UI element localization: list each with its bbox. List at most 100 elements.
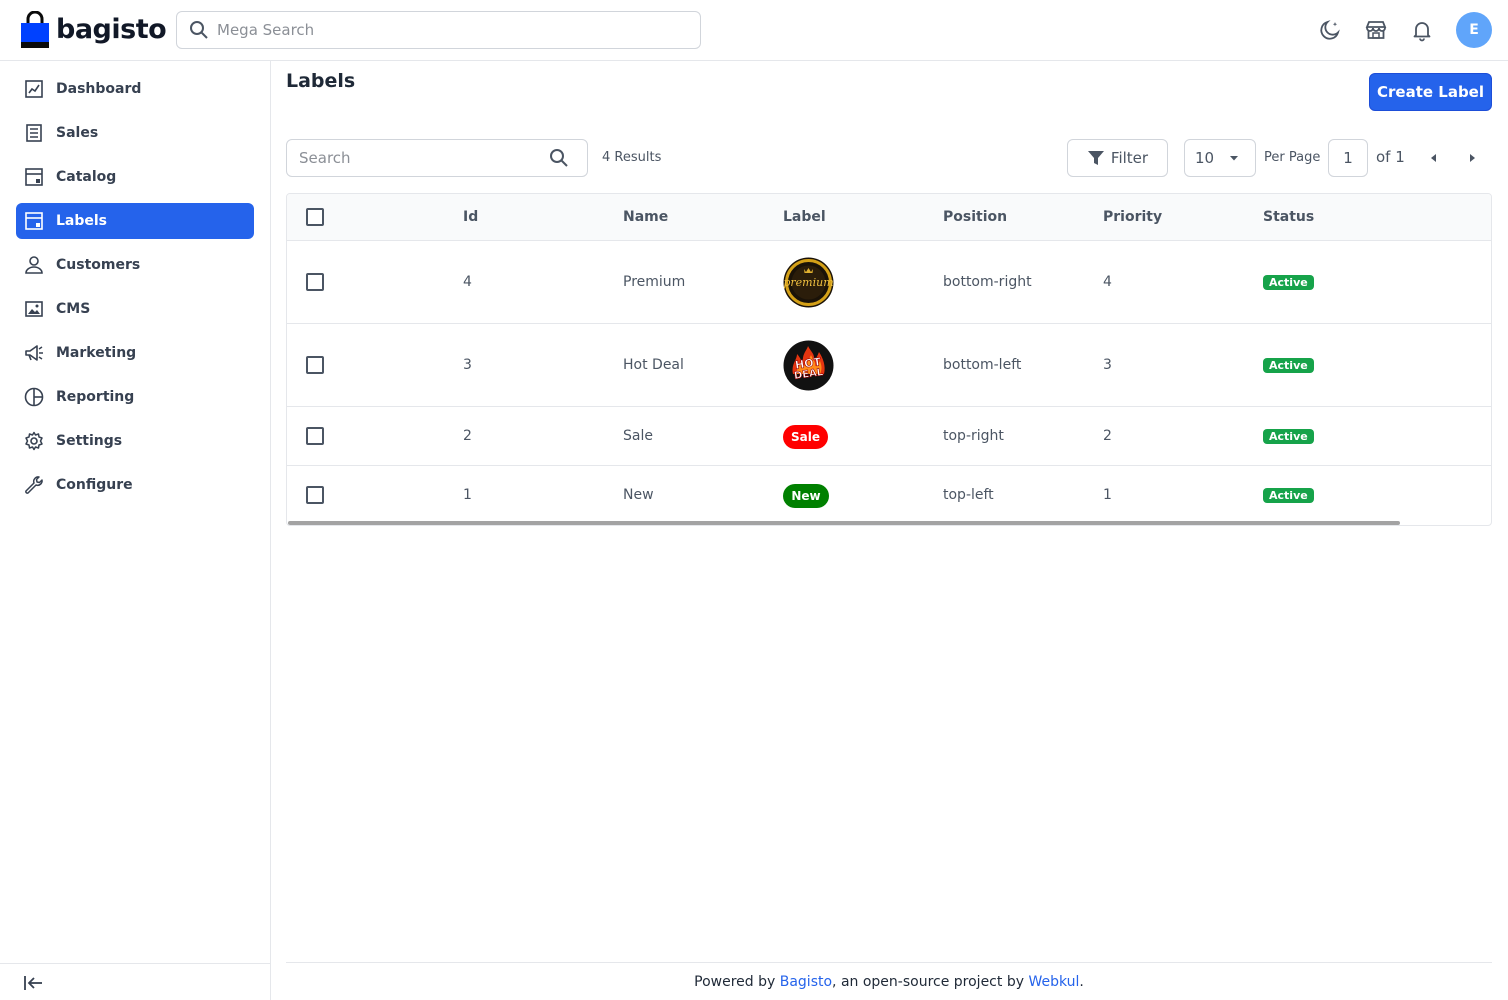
labels-icon	[24, 211, 44, 231]
per-page-label: Per Page	[1264, 150, 1321, 165]
column-header-priority[interactable]: Priority	[1103, 209, 1162, 225]
status-badge: Active	[1263, 275, 1314, 290]
mega-search-input[interactable]	[217, 21, 677, 39]
cms-icon	[24, 299, 44, 319]
page-footer: Powered by Bagisto, an open-source proje…	[286, 962, 1492, 1000]
cell-priority: 4	[1103, 274, 1112, 290]
sidebar-item-label: Dashboard	[56, 81, 142, 97]
datagrid-toolbar: 4 Results Filter 10 Per Page 1 of 1	[286, 139, 1492, 177]
current-page-input[interactable]: 1	[1328, 139, 1368, 177]
cell-position: top-left	[943, 487, 994, 503]
status-badge: Active	[1263, 358, 1314, 373]
sidebar-item-cms[interactable]: CMS	[16, 291, 254, 327]
column-header-label[interactable]: Label	[783, 209, 826, 225]
sidebar-item-label: Settings	[56, 433, 123, 449]
footer-prefix: Powered by	[694, 973, 776, 990]
create-label-button[interactable]: Create Label	[1369, 73, 1492, 111]
brand-name: bagisto	[56, 14, 167, 45]
collapse-sidebar-icon[interactable]	[22, 973, 44, 997]
cell-position: top-right	[943, 428, 1004, 444]
premium-badge-image: premium	[783, 257, 834, 308]
sidebar-item-label: Marketing	[56, 345, 137, 361]
sidebar-item-configure[interactable]: Configure	[16, 467, 254, 503]
sidebar-item-label: Reporting	[56, 389, 135, 405]
datagrid-search-input[interactable]	[299, 149, 549, 167]
select-all-checkbox[interactable]	[306, 208, 324, 226]
cell-id: 2	[463, 428, 472, 444]
hot-deal-badge-image: HOT DEAL	[783, 340, 834, 391]
storefront-icon[interactable]	[1362, 16, 1390, 44]
shopping-bag-icon	[21, 11, 49, 48]
sidebar-item-settings[interactable]: Settings	[16, 423, 254, 459]
reporting-icon	[24, 387, 44, 407]
settings-gear-icon	[24, 431, 44, 451]
datagrid-search-box[interactable]	[286, 139, 588, 177]
new-label-pill: New	[783, 484, 829, 508]
wrench-icon	[24, 475, 44, 495]
labels-table: Id Name Label Position Priority Status 4…	[286, 193, 1492, 526]
dark-mode-icon[interactable]	[1316, 16, 1344, 44]
per-page-value: 10	[1195, 149, 1215, 167]
cell-name: New	[623, 487, 654, 503]
customers-icon	[24, 255, 44, 275]
premium-badge-text: premium	[783, 276, 833, 289]
cell-name: Premium	[623, 274, 686, 290]
marketing-icon	[24, 343, 44, 363]
header-actions: E	[1316, 12, 1492, 48]
cell-name: Sale	[623, 428, 653, 444]
table-row: 2 Sale Sale top-right 2 Active	[287, 407, 1491, 466]
row-checkbox[interactable]	[306, 273, 324, 291]
column-header-id[interactable]: Id	[463, 209, 478, 225]
sidebar-item-label: Sales	[56, 125, 99, 141]
sidebar-item-label: Labels	[56, 213, 108, 229]
sidebar-item-labels[interactable]: Labels	[16, 203, 254, 239]
cell-priority: 1	[1103, 487, 1112, 503]
results-count: 4 Results	[602, 150, 662, 165]
user-avatar[interactable]: E	[1456, 12, 1492, 48]
cell-id: 1	[463, 487, 472, 503]
sidebar-item-label: Customers	[56, 257, 141, 273]
column-header-status[interactable]: Status	[1263, 209, 1314, 225]
brand-logo[interactable]: bagisto	[20, 10, 167, 50]
row-checkbox[interactable]	[306, 486, 324, 504]
per-page-select[interactable]: 10	[1184, 139, 1256, 177]
sidebar-nav: Dashboard Sales Catalog Labels Customers	[16, 71, 254, 511]
sidebar-item-marketing[interactable]: Marketing	[16, 335, 254, 371]
cell-priority: 2	[1103, 428, 1112, 444]
search-icon	[190, 21, 208, 39]
search-icon[interactable]	[549, 148, 569, 168]
filter-button[interactable]: Filter	[1067, 139, 1168, 177]
mega-search-box[interactable]	[176, 11, 701, 49]
cell-position: bottom-left	[943, 357, 1022, 373]
table-row: 4 Premium premium bottom-right 4 Active	[287, 241, 1491, 324]
row-checkbox[interactable]	[306, 356, 324, 374]
cell-id: 4	[463, 274, 472, 290]
notification-bell-icon[interactable]	[1408, 16, 1436, 44]
status-badge: Active	[1263, 429, 1314, 444]
catalog-icon	[24, 167, 44, 187]
sidebar: Dashboard Sales Catalog Labels Customers	[0, 61, 271, 1000]
cell-id: 3	[463, 357, 472, 373]
caret-down-icon	[1230, 156, 1239, 161]
bagisto-link[interactable]: Bagisto	[780, 974, 832, 990]
footer-middle: , an open-source project by	[832, 973, 1024, 990]
previous-page-icon[interactable]	[1424, 148, 1444, 168]
sidebar-item-customers[interactable]: Customers	[16, 247, 254, 283]
status-badge: Active	[1263, 488, 1314, 503]
column-header-position[interactable]: Position	[943, 209, 1007, 225]
horizontal-scrollbar[interactable]	[288, 521, 1400, 525]
column-header-name[interactable]: Name	[623, 209, 668, 225]
sidebar-item-reporting[interactable]: Reporting	[16, 379, 254, 415]
sidebar-item-catalog[interactable]: Catalog	[16, 159, 254, 195]
webkul-link[interactable]: Webkul	[1028, 974, 1079, 990]
row-checkbox[interactable]	[306, 427, 324, 445]
dashboard-icon	[24, 79, 44, 99]
sidebar-collapse-bar	[0, 963, 270, 1000]
top-header: bagisto E	[0, 0, 1508, 61]
sidebar-item-sales[interactable]: Sales	[16, 115, 254, 151]
next-page-icon[interactable]	[1462, 148, 1482, 168]
footer-suffix: .	[1079, 973, 1084, 990]
sidebar-item-dashboard[interactable]: Dashboard	[16, 71, 254, 107]
sale-label-pill: Sale	[783, 425, 828, 449]
cell-priority: 3	[1103, 357, 1112, 373]
